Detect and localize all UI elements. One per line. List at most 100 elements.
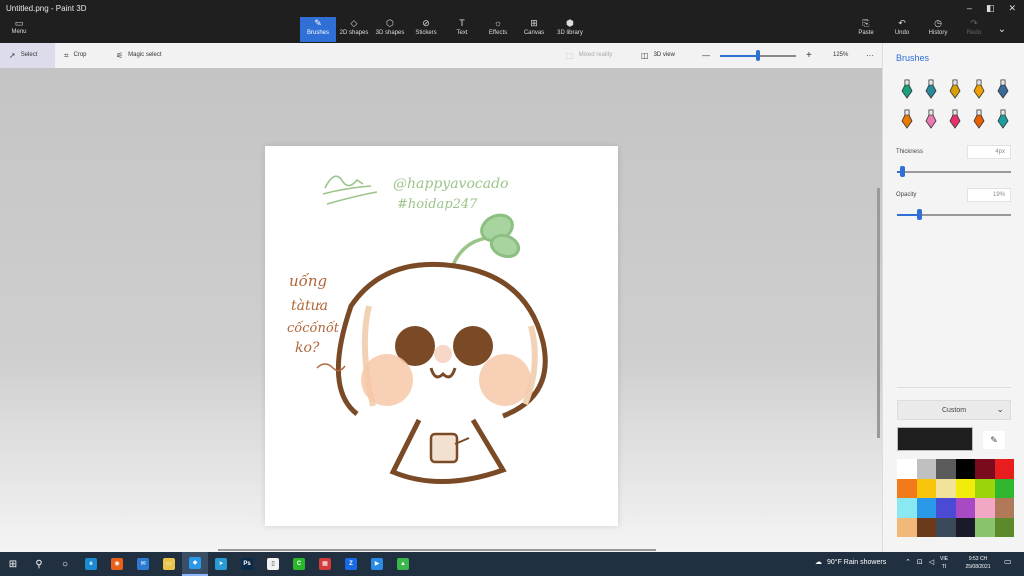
palette-swatch[interactable] — [916, 517, 936, 537]
palette-swatch[interactable] — [994, 498, 1014, 518]
language-indicator[interactable]: VIE TI — [940, 555, 948, 571]
palette-swatch[interactable] — [955, 498, 975, 518]
palette-swatch[interactable] — [936, 498, 956, 518]
zoom-icon[interactable]: ▶ — [364, 552, 390, 576]
opacity-slider-thumb[interactable] — [917, 209, 922, 220]
3d-view-button[interactable]: ◫ 3D view — [641, 43, 675, 68]
network-icon[interactable]: ⊡ — [917, 558, 923, 566]
palette-swatch[interactable] — [936, 459, 956, 479]
paint3d-icon[interactable]: ◆ — [182, 552, 208, 576]
palette-swatch[interactable] — [916, 498, 936, 518]
tool-label: Canvas — [523, 30, 545, 36]
thickness-slider-track[interactable] — [897, 171, 1011, 173]
palette-swatch[interactable] — [916, 459, 936, 479]
marker-brush-icon[interactable] — [895, 77, 919, 101]
photoshop-icon[interactable]: Ps — [234, 552, 260, 576]
volume-icon[interactable]: ◁ — [929, 558, 934, 566]
current-color-swatch[interactable] — [897, 427, 973, 451]
select-button[interactable]: ➚ Select — [0, 43, 55, 68]
eyedropper-icon[interactable]: ✎ — [983, 431, 1005, 449]
palette-swatch[interactable] — [936, 517, 956, 537]
task-view-icon[interactable]: ○ — [52, 552, 78, 576]
watercolor-brush-icon[interactable] — [967, 77, 991, 101]
weather-widget[interactable]: ☁ 90°F Rain showers — [815, 558, 886, 567]
tool-text[interactable]: T Text — [444, 17, 480, 42]
fill-brush-icon[interactable] — [991, 107, 1015, 131]
close-button[interactable]: ✕ — [1008, 3, 1016, 14]
select-label: Select — [20, 52, 38, 58]
thickness-input[interactable]: 4px — [967, 145, 1011, 159]
palette-swatch[interactable] — [955, 478, 975, 498]
pixel-pen-brush-icon[interactable] — [991, 77, 1015, 101]
tool-effects[interactable]: ☼ Effects — [480, 17, 516, 42]
search-icon[interactable]: ⚲ — [26, 552, 52, 576]
cursor-icon: ➚ — [9, 51, 16, 60]
palette-swatch[interactable] — [994, 517, 1014, 537]
tool-3d-library[interactable]: ⬢ 3D library — [552, 17, 588, 42]
drive-icon[interactable]: ▲ — [390, 552, 416, 576]
tool-3d-shapes[interactable]: ⬡ 3D shapes — [372, 17, 408, 42]
palette-swatch[interactable] — [897, 459, 917, 479]
palette-swatch[interactable] — [955, 459, 975, 479]
zoom-out-button[interactable]: — — [702, 43, 710, 68]
minimize-button[interactable]: – — [967, 3, 972, 14]
drawing-canvas[interactable]: @happyavocado #hoidap247 uống tàtưa cốcố… — [265, 146, 618, 526]
calligraphy-pen-brush-icon[interactable] — [919, 77, 943, 101]
tool-brushes[interactable]: ✎ Brushes — [300, 17, 336, 42]
horizontal-scrollbar[interactable] — [218, 549, 656, 551]
palette-swatch[interactable] — [975, 478, 995, 498]
zalo-icon[interactable]: Z — [338, 552, 364, 576]
restore-button[interactable]: ◧ — [986, 3, 995, 14]
telegram-icon[interactable]: ➤ — [208, 552, 234, 576]
zoom-in-button[interactable]: + — [806, 43, 812, 68]
palette-swatch[interactable] — [994, 478, 1014, 498]
palette-swatch[interactable] — [975, 459, 995, 479]
palette-swatch[interactable] — [897, 517, 917, 537]
mail-icon[interactable]: ✉ — [130, 552, 156, 576]
palette-swatch[interactable] — [975, 517, 995, 537]
notification-icon[interactable]: ▭ — [1004, 557, 1016, 569]
thickness-slider-thumb[interactable] — [900, 166, 905, 177]
paste-button[interactable]: ⎘ Paste — [848, 17, 884, 42]
collapse-ribbon-icon[interactable]: ⌄ — [992, 17, 1012, 42]
tool-2d-shapes[interactable]: ◇ 2D shapes — [336, 17, 372, 42]
tool-stickers[interactable]: ⊘ Stickers — [408, 17, 444, 42]
camtasia-icon[interactable]: C — [286, 552, 312, 576]
vertical-scrollbar[interactable] — [877, 188, 880, 438]
menu-button[interactable]: ▭ Menu — [4, 18, 34, 40]
palette-swatch[interactable] — [994, 459, 1014, 479]
mixed-reality-button[interactable]: ⬚ Mixed reality — [566, 43, 612, 68]
spray-can-brush-icon[interactable] — [967, 107, 991, 131]
palette-swatch[interactable] — [936, 478, 956, 498]
zoom-slider-thumb[interactable] — [756, 50, 760, 61]
crayon-brush-icon[interactable] — [943, 107, 967, 131]
notepad-icon[interactable]: ▯ — [260, 552, 286, 576]
color-mode-dropdown[interactable]: Custom ⌄ — [897, 400, 1011, 420]
tool-canvas[interactable]: ⊞ Canvas — [516, 17, 552, 42]
oil-brush-brush-icon[interactable] — [943, 77, 967, 101]
palette-swatch[interactable] — [955, 517, 975, 537]
folder-icon[interactable]: ▭ — [156, 552, 182, 576]
milk-tea-cup — [429, 432, 459, 464]
palette-swatch[interactable] — [975, 498, 995, 518]
palette-swatch[interactable] — [897, 498, 917, 518]
history-button[interactable]: ◷ History — [920, 17, 956, 42]
chevron-up-icon[interactable]: ⌃ — [905, 558, 911, 566]
app-icon[interactable]: ▦ — [312, 552, 338, 576]
windows-start-icon[interactable]: ⊞ — [0, 552, 26, 576]
magic-select-button[interactable]: ⚟ Magic select — [116, 43, 162, 68]
pencil-brush-icon[interactable] — [895, 107, 919, 131]
clock[interactable]: 9:53 CH 25/08/2021 — [960, 555, 996, 571]
more-options-button[interactable]: ··· — [866, 43, 874, 68]
redo-button[interactable]: ↷ Redo — [956, 17, 992, 42]
eraser-brush-icon[interactable] — [919, 107, 943, 131]
opacity-input[interactable]: 19% — [967, 188, 1011, 202]
workspace[interactable]: @happyavocado #hoidap247 uống tàtưa cốcố… — [0, 68, 882, 552]
window-title: Untitled.png - Paint 3D — [6, 4, 87, 13]
palette-swatch[interactable] — [897, 478, 917, 498]
undo-button[interactable]: ↶ Undo — [884, 17, 920, 42]
palette-swatch[interactable] — [916, 478, 936, 498]
firefox-icon[interactable]: ◉ — [104, 552, 130, 576]
crop-button[interactable]: ⌗ Crop — [64, 43, 87, 68]
edge-icon[interactable]: e — [78, 552, 104, 576]
